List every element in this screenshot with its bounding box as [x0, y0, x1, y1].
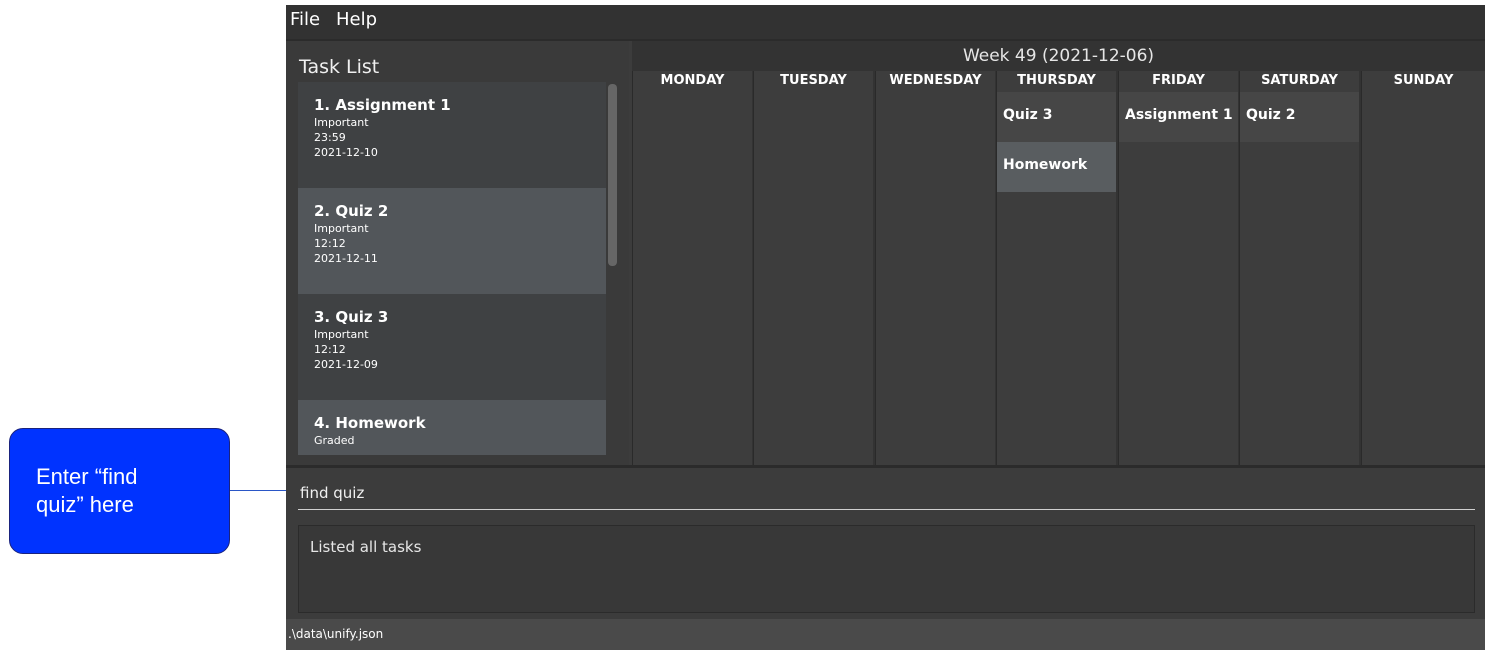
- calendar-event[interactable]: Homework: [997, 142, 1116, 192]
- day-column-wednesday: WEDNESDAY: [875, 71, 995, 465]
- task-card-3[interactable]: 3. Quiz 3 Important 12:12 2021-12-09: [298, 294, 606, 400]
- day-column-sunday: SUNDAY: [1361, 71, 1485, 465]
- task-date: 2021-12-10: [314, 146, 378, 159]
- day-header: WEDNESDAY: [889, 73, 982, 88]
- day-header: SATURDAY: [1261, 73, 1338, 88]
- task-card-4[interactable]: 4. Homework Graded: [298, 400, 606, 455]
- callout-line-2: quiz” here: [36, 492, 134, 517]
- task-list[interactable]: 1. Assignment 1 Important 23:59 2021-12-…: [298, 82, 606, 455]
- day-header: SUNDAY: [1393, 73, 1454, 88]
- status-bar: .\data\unify.json: [286, 619, 1485, 650]
- result-message: Listed all tasks: [310, 538, 422, 556]
- day-header: THURSDAY: [1017, 73, 1096, 88]
- task-time: 23:59: [314, 131, 346, 144]
- panel-divider: [286, 465, 1485, 468]
- task-date: 2021-12-09: [314, 358, 378, 371]
- day-column-thursday: THURSDAY Quiz 3 Homework: [996, 71, 1116, 465]
- day-header: TUESDAY: [780, 73, 847, 88]
- command-box: [298, 478, 1477, 510]
- task-date: 2021-12-11: [314, 252, 378, 265]
- task-tag: Important: [314, 222, 369, 235]
- menu-help[interactable]: Help: [336, 9, 377, 30]
- task-time: 12:12: [314, 237, 346, 250]
- calendar-event[interactable]: Quiz 3: [997, 92, 1116, 142]
- day-column-monday: MONDAY: [632, 71, 752, 465]
- command-input[interactable]: [298, 478, 1477, 508]
- callout-line-1: Enter “find: [36, 464, 138, 489]
- task-title: 3. Quiz 3: [314, 308, 389, 326]
- task-list-scrollbar[interactable]: [608, 84, 617, 266]
- day-header: MONDAY: [660, 73, 725, 88]
- task-list-panel: Task List 1. Assignment 1 Important 23:5…: [286, 41, 629, 465]
- task-list-title: Task List: [299, 56, 380, 78]
- data-file-path: .\data\unify.json: [288, 627, 384, 641]
- result-display: Listed all tasks: [298, 525, 1475, 613]
- instruction-callout: Enter “find quiz” here: [9, 428, 230, 554]
- week-title: Week 49 (2021-12-06): [962, 46, 1155, 66]
- calendar-event[interactable]: Quiz 2: [1240, 92, 1359, 142]
- task-card-1[interactable]: 1. Assignment 1 Important 23:59 2021-12-…: [298, 82, 606, 188]
- task-tag: Important: [314, 116, 369, 129]
- task-title: 4. Homework: [314, 414, 426, 432]
- task-time: 12:12: [314, 343, 346, 356]
- task-card-2[interactable]: 2. Quiz 2 Important 12:12 2021-12-11: [298, 188, 606, 294]
- menu-bar: File Help: [286, 5, 1485, 39]
- day-header: FRIDAY: [1152, 73, 1205, 88]
- day-column-friday: FRIDAY Assignment 1: [1118, 71, 1238, 465]
- task-title: 1. Assignment 1: [314, 96, 451, 114]
- week-calendar: Week 49 (2021-12-06) MONDAY TUESDAY WEDN…: [632, 41, 1485, 465]
- day-column-tuesday: TUESDAY: [753, 71, 873, 465]
- day-column-saturday: SATURDAY Quiz 2: [1239, 71, 1359, 465]
- app-window: File Help Task List 1. Assignment 1 Impo…: [286, 5, 1485, 650]
- calendar-event[interactable]: Assignment 1: [1119, 92, 1238, 142]
- task-tag: Graded: [314, 434, 355, 447]
- task-title: 2. Quiz 2: [314, 202, 389, 220]
- task-tag: Important: [314, 328, 369, 341]
- menu-file[interactable]: File: [290, 9, 320, 30]
